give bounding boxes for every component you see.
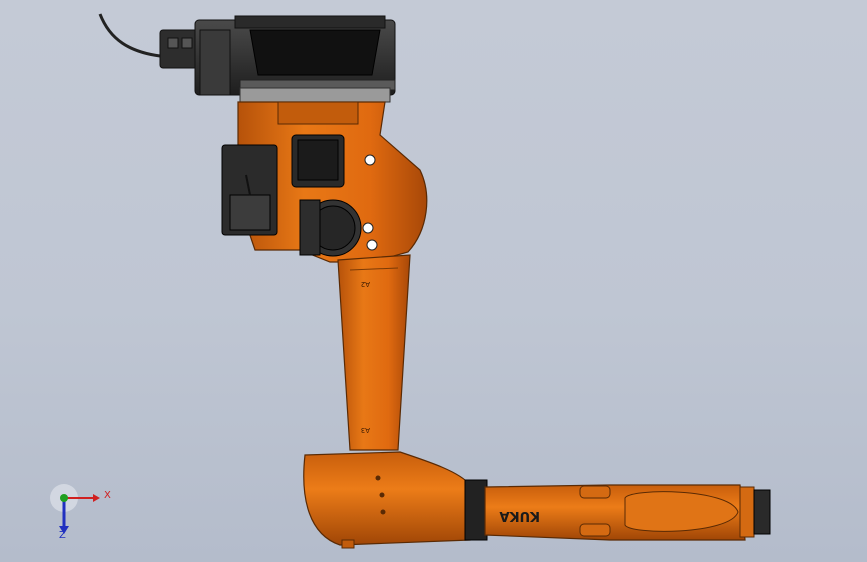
svg-text:A2: A2 xyxy=(361,280,370,288)
elbow-housing xyxy=(303,451,471,549)
triad-graphic xyxy=(50,484,100,534)
robot-arm-model[interactable]: A2 A3 KUKA xyxy=(0,0,867,562)
upper-arm: KUKA xyxy=(464,479,746,541)
wrist-flange xyxy=(739,486,771,538)
lower-arm: A2 A3 xyxy=(337,254,411,451)
y-axis-dot xyxy=(60,494,68,502)
robot-base xyxy=(194,15,396,96)
cad-viewport[interactable]: A2 A3 KUKA X Z xyxy=(0,0,867,562)
z-axis-label: Z xyxy=(59,530,66,541)
svg-text:A3: A3 xyxy=(361,426,370,434)
coordinate-triad: X Y Z xyxy=(40,478,120,548)
kuka-logo: KUKA xyxy=(499,508,540,523)
motor-a1 xyxy=(221,144,278,236)
x-axis-label: X xyxy=(104,490,111,501)
